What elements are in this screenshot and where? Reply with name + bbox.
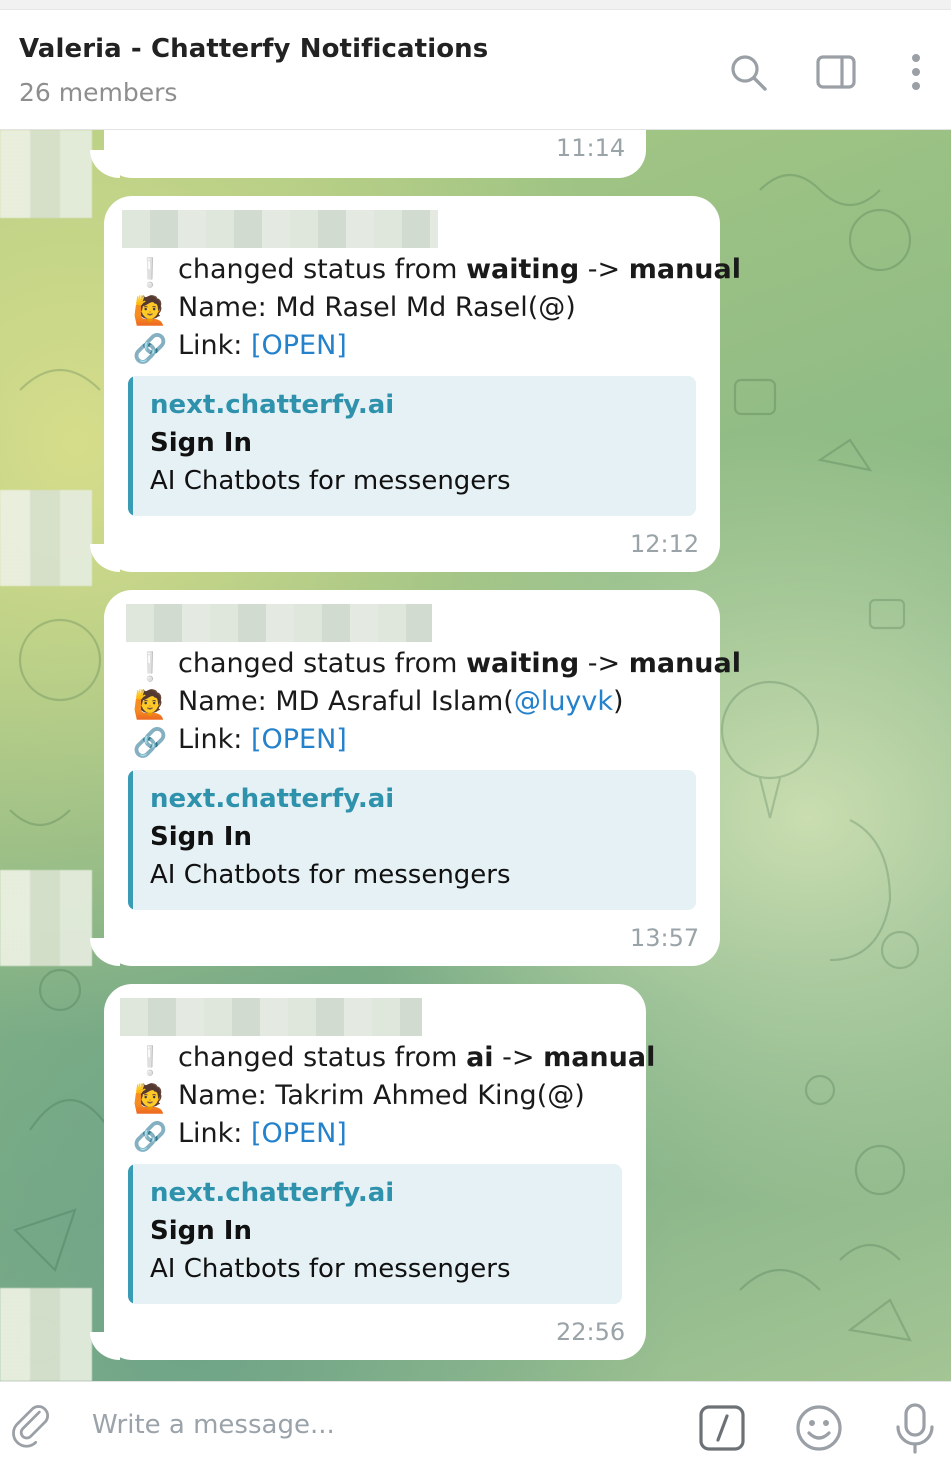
person-icon: 🙋 [132, 293, 168, 327]
sidebar-toggle-icon [816, 55, 856, 89]
open-link[interactable]: [OPEN] [251, 724, 347, 755]
name-line: Name: Takrim Ahmed King(@) [178, 1080, 585, 1111]
preview-description: AI Chatbots for messengers [150, 1254, 511, 1284]
search-icon [731, 55, 767, 91]
member-count: 26 members [19, 78, 178, 107]
window-top-strip [0, 0, 951, 10]
preview-title: Sign In [150, 822, 252, 852]
microphone-button[interactable] [889, 1402, 941, 1454]
sender-name[interactable] [126, 604, 432, 642]
name-line: Name: Md Rasel Md Rasel(@) [178, 292, 576, 323]
more-button[interactable] [894, 50, 938, 94]
preview-accent-bar [128, 376, 133, 516]
search-button[interactable] [726, 50, 770, 94]
open-link[interactable]: [OPEN] [251, 330, 347, 361]
chat-title[interactable]: Valeria - Chatterfy Notifications [19, 34, 488, 64]
more-vertical-icon [912, 54, 920, 90]
username-mention[interactable]: @luyvk [514, 686, 613, 717]
message-input[interactable]: Write a message... [92, 1410, 335, 1440]
preview-title: Sign In [150, 1216, 252, 1246]
status-line: changed status from waiting -> manual [178, 648, 742, 679]
avatar[interactable] [0, 870, 92, 966]
avatar[interactable] [0, 490, 92, 586]
attach-icon [12, 1405, 49, 1448]
message-time: 12:12 [630, 530, 700, 558]
avatar[interactable] [0, 130, 92, 218]
attach-button[interactable] [8, 1402, 60, 1454]
sidebar-toggle-button[interactable] [814, 50, 858, 94]
message-bubble[interactable]: ❕ changed status from waiting -> manual … [90, 196, 741, 572]
link-preview[interactable]: next.chatterfy.ai Sign In AI Chatbots fo… [128, 1164, 622, 1304]
sender-name[interactable] [120, 998, 422, 1036]
emoji-button[interactable] [793, 1402, 845, 1454]
bubble-tail [90, 150, 120, 178]
status-line: changed status from waiting -> manual [178, 254, 742, 285]
preview-title: Sign In [150, 428, 252, 458]
link-preview[interactable]: next.chatterfy.ai Sign In AI Chatbots fo… [128, 770, 696, 910]
message-bubble[interactable]: ❕ changed status from ai -> manual 🙋 Nam… [90, 984, 655, 1360]
link-preview[interactable]: next.chatterfy.ai Sign In AI Chatbots fo… [128, 376, 696, 516]
exclamation-icon: ❕ [132, 255, 168, 289]
message-time: 11:14 [556, 134, 626, 162]
emoji-icon [796, 1405, 842, 1451]
exclamation-icon: ❕ [132, 1043, 168, 1077]
link-line: Link: [OPEN] [178, 724, 347, 755]
bubble-tail [90, 938, 120, 966]
link-line: Link: [OPEN] [178, 330, 347, 361]
link-icon: 🔗 [132, 1119, 168, 1153]
link-line: Link: [OPEN] [178, 1118, 347, 1149]
preview-accent-bar [128, 1164, 133, 1304]
message-time: 22:56 [556, 1318, 626, 1346]
open-link[interactable]: [OPEN] [251, 1118, 347, 1149]
preview-site: next.chatterfy.ai [150, 1178, 395, 1208]
person-icon: 🙋 [132, 1081, 168, 1115]
bubble-tail [90, 544, 120, 572]
message-bubble[interactable]: 11:14 [90, 130, 646, 178]
bot-commands-icon [699, 1405, 745, 1451]
message-time: 13:57 [630, 924, 700, 952]
status-line: changed status from ai -> manual [178, 1042, 656, 1073]
exclamation-icon: ❕ [132, 649, 168, 683]
name-line: Name: MD Asraful Islam(@luyvk) [178, 686, 624, 717]
avatar[interactable] [0, 1288, 92, 1381]
preview-description: AI Chatbots for messengers [150, 860, 511, 890]
preview-site: next.chatterfy.ai [150, 390, 395, 420]
microphone-icon [896, 1403, 934, 1454]
preview-accent-bar [128, 770, 133, 910]
message-composer: Write a message... [0, 1381, 951, 1466]
link-icon: 🔗 [132, 725, 168, 759]
sender-name[interactable] [122, 210, 438, 248]
person-icon: 🙋 [132, 687, 168, 721]
bot-commands-button[interactable] [696, 1402, 748, 1454]
link-icon: 🔗 [132, 331, 168, 365]
message-bubble[interactable]: ❕ changed status from waiting -> manual … [90, 590, 741, 966]
preview-description: AI Chatbots for messengers [150, 466, 511, 496]
bubble-tail [90, 1332, 120, 1360]
preview-site: next.chatterfy.ai [150, 784, 395, 814]
message-list[interactable]: 11:14 ❕ changed status from waiting -> m… [0, 130, 951, 1381]
chat-header[interactable]: Valeria - Chatterfy Notifications 26 mem… [0, 10, 951, 130]
